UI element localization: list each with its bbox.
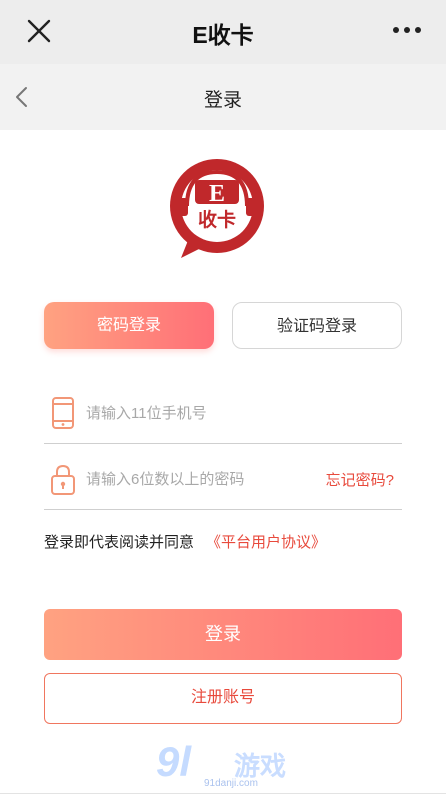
watermark-number: 9l (156, 738, 192, 785)
agreement-row: 登录即代表阅读并同意 《平台用户协议》 (44, 531, 326, 552)
watermark-url: 91danji.com (204, 778, 258, 789)
bottom-divider (0, 793, 446, 794)
app-title: E收卡 (192, 22, 254, 48)
watermark-logo: 9l 游戏 91danji.com (148, 738, 298, 796)
forgot-password-link[interactable]: 忘记密码? (326, 469, 394, 490)
login-button[interactable]: 登录 (44, 609, 402, 660)
password-field-row: 忘记密码? (44, 450, 402, 510)
app-logo: E 收卡 (170, 159, 264, 258)
register-button[interactable]: 注册账号 (44, 673, 402, 724)
more-icon[interactable] (392, 20, 422, 40)
phone-input[interactable] (86, 400, 316, 426)
phone-icon (52, 397, 74, 429)
user-agreement-link[interactable]: 《平台用户协议》 (206, 534, 326, 551)
password-input[interactable] (86, 466, 316, 492)
page-title: 登录 (203, 90, 242, 111)
logo-main-text: 收卡 (198, 208, 236, 231)
tab-code-login[interactable]: 验证码登录 (232, 302, 402, 349)
logo-e-text: E (209, 181, 225, 207)
phone-field-row (44, 384, 402, 444)
tab-password-login[interactable]: 密码登录 (44, 302, 214, 349)
app-top-bar: E收卡 (0, 0, 446, 64)
agreement-text: 登录即代表阅读并同意 (44, 534, 195, 551)
page-nav-bar: 登录 (0, 64, 446, 130)
lock-icon (51, 464, 75, 495)
